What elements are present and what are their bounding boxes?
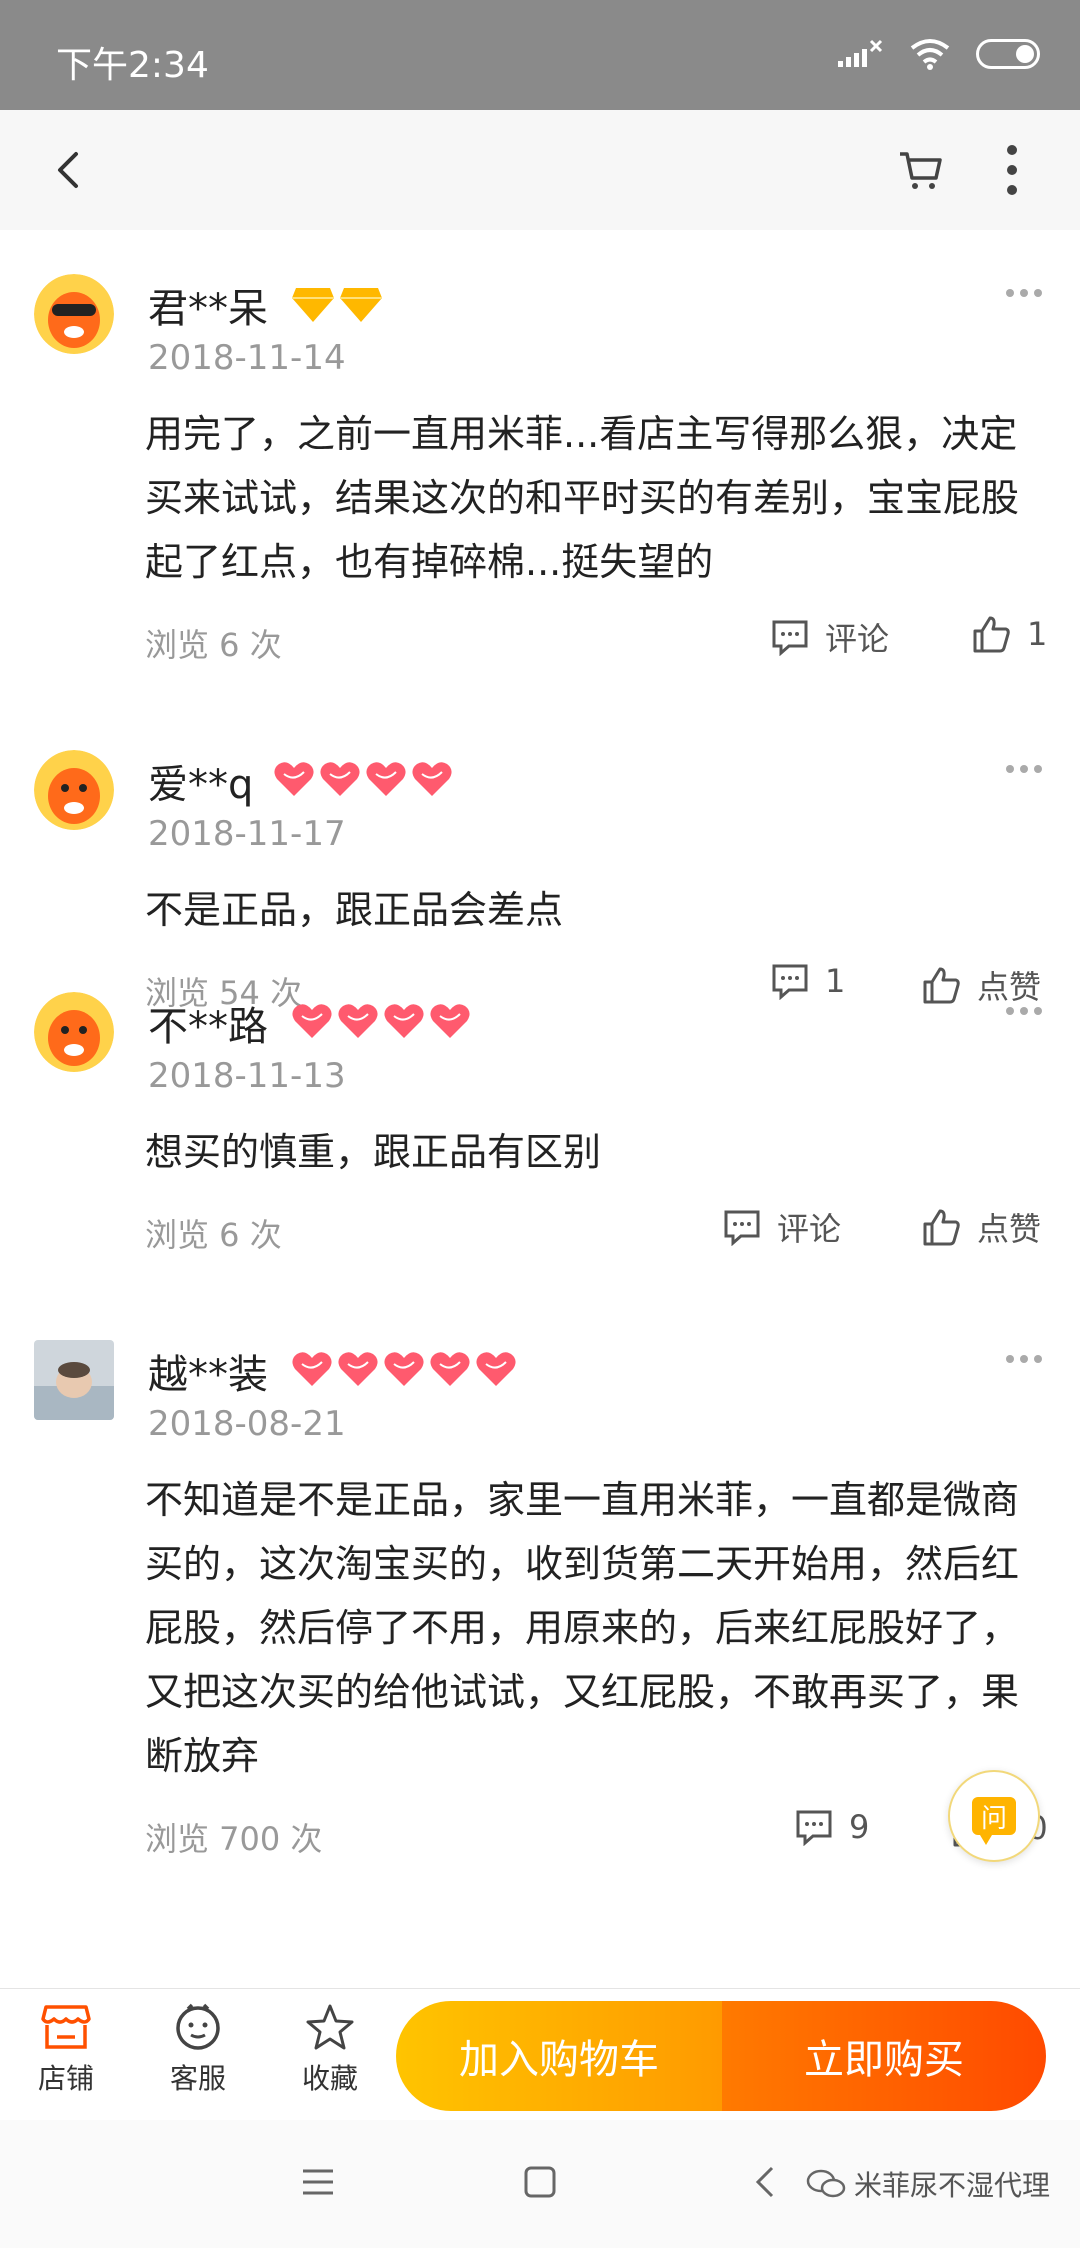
review-meta: 浏览 6 次 评论 1 <box>145 614 1047 664</box>
review-item: 越**装 2018-08-21 不知道是不是正品，家里一直用米菲，一直都是微商买… <box>0 1296 1080 1896</box>
tab-favorite-label: 收藏 <box>301 2062 358 2095</box>
add-to-cart-button[interactable]: 加入购物车 <box>396 2001 722 2111</box>
heart-icon <box>384 1352 424 1386</box>
system-back-icon[interactable] <box>748 2164 784 2200</box>
avatar-photo[interactable] <box>34 1340 114 1420</box>
heart-icon <box>476 1352 516 1386</box>
thumbs-up-icon <box>973 616 1010 653</box>
tab-customer-service[interactable]: 客服 <box>148 2003 248 2097</box>
comment-label: 评论 <box>825 620 890 658</box>
user-level-badges <box>290 1002 472 1042</box>
avatar-mascot[interactable] <box>34 992 114 1072</box>
like-count: 1 <box>1027 615 1048 653</box>
top-nav-bar <box>0 110 1080 230</box>
heart-icon <box>338 1352 378 1386</box>
review-username: 君**呆 <box>148 286 268 332</box>
review-meta: 浏览 6 次 评论 点赞 <box>145 1204 1045 1254</box>
heart-icon <box>292 1352 332 1386</box>
heart-icon <box>430 1352 470 1386</box>
more-horizontal-icon[interactable] <box>1004 1352 1044 1366</box>
comment-count: 9 <box>849 1808 870 1846</box>
review-date: 2018-11-14 <box>148 338 346 378</box>
tab-store-label: 店铺 <box>37 2062 94 2095</box>
comment-icon <box>724 1210 760 1246</box>
heart-icon <box>274 762 314 796</box>
comment-button[interactable]: 评论 <box>723 1204 841 1250</box>
review-date: 2018-11-17 <box>148 814 346 854</box>
system-icons <box>838 38 1040 70</box>
system-nav-bar: 米菲尿不湿代理 <box>0 2120 1080 2248</box>
ask-label: 问 <box>980 1803 1007 1834</box>
review-username: 越**装 <box>148 1352 268 1398</box>
view-count: 浏览 6 次 <box>145 1216 282 1254</box>
status-time: 下午2:34 <box>56 45 209 86</box>
avatar-mascot[interactable] <box>34 750 114 830</box>
heart-icon <box>412 762 452 796</box>
review-item: 爱**q 2018-11-17 不是正品，跟正品会差点 浏览 54 次 1 点赞 <box>0 706 1080 1012</box>
signal-icon <box>838 39 883 67</box>
thumbs-up-icon <box>923 1209 960 1246</box>
more-horizontal-icon[interactable] <box>1004 286 1044 300</box>
diamond-icon <box>292 288 334 322</box>
more-horizontal-icon[interactable] <box>1004 1004 1044 1018</box>
watermark: 米菲尿不湿代理 <box>806 2164 1050 2204</box>
view-count: 浏览 6 次 <box>145 626 282 664</box>
review-meta: 浏览 700 次 9 10 <box>145 1808 1048 1858</box>
heart-icon <box>366 762 406 796</box>
like-label: 点赞 <box>977 1210 1042 1248</box>
user-level-badges <box>290 284 384 324</box>
review-date: 2018-08-21 <box>148 1404 346 1444</box>
like-button[interactable]: 点赞 <box>921 1204 1041 1250</box>
review-content: 不是正品，跟正品会差点 <box>145 888 564 932</box>
tab-store[interactable]: 店铺 <box>16 2003 116 2097</box>
review-content: 想买的慎重，跟正品有区别 <box>145 1130 602 1174</box>
review-date: 2018-11-13 <box>148 1056 346 1096</box>
comment-icon <box>772 620 808 656</box>
review-content: 不知道是不是正品，家里一直用米菲，一直都是微商买的，这次淘宝买的，收到货第二天开… <box>145 1478 1020 1778</box>
view-count: 浏览 700 次 <box>145 1820 323 1858</box>
menu-icon[interactable] <box>300 2164 336 2200</box>
more-horizontal-icon[interactable] <box>1004 762 1044 776</box>
heart-icon <box>430 1004 470 1038</box>
comment-icon <box>796 1810 832 1846</box>
store-icon <box>41 2005 91 2049</box>
bottom-action-bar: 店铺 客服 收藏 加入购物车 立即购买 <box>0 1988 1080 2120</box>
user-level-badges <box>290 1350 518 1390</box>
heart-icon <box>338 1004 378 1038</box>
tab-customer-service-label: 客服 <box>169 2062 226 2095</box>
review-username: 爱**q <box>148 762 254 808</box>
wifi-icon <box>910 39 950 70</box>
heart-icon <box>320 762 360 796</box>
tab-favorite[interactable]: 收藏 <box>280 2003 380 2097</box>
user-level-badges <box>272 760 454 800</box>
avatar-mascot-sunglasses[interactable] <box>34 274 114 354</box>
star-icon <box>306 2004 354 2050</box>
status-bar: 下午2:34 <box>0 0 1080 110</box>
comment-button[interactable]: 评论 <box>771 614 889 660</box>
comment-label: 评论 <box>777 1210 842 1248</box>
more-vertical-icon[interactable] <box>992 144 1032 196</box>
watermark-text: 米菲尿不湿代理 <box>854 2169 1051 2202</box>
home-square-icon[interactable] <box>522 2164 558 2200</box>
review-item: 君**呆 2018-11-14 用完了，之前一直用米菲...看店主写得那么狠，决… <box>0 230 1080 706</box>
customer-service-icon <box>176 2003 220 2050</box>
review-item: 不**路 2018-11-13 想买的慎重，跟正品有区别 浏览 6 次 评论 点… <box>0 948 1080 1296</box>
heart-icon <box>384 1004 424 1038</box>
heart-icon <box>292 1004 332 1038</box>
ask-icon: 问 <box>972 1797 1016 1845</box>
review-username: 不**路 <box>148 1004 268 1050</box>
wechat-icon <box>806 2169 846 2198</box>
back-arrow-icon[interactable] <box>46 146 94 194</box>
like-button[interactable]: 1 <box>971 614 1047 654</box>
ask-question-button[interactable]: 问 <box>948 1770 1040 1862</box>
cart-icon[interactable] <box>896 146 944 194</box>
review-list: 君**呆 2018-11-14 用完了，之前一直用米菲...看店主写得那么狠，决… <box>0 230 1080 1896</box>
battery-icon <box>976 39 1040 69</box>
review-content: 用完了，之前一直用米菲...看店主写得那么狠，决定买来试试，结果这次的和平时买的… <box>145 412 1020 584</box>
diamond-icon <box>340 288 382 322</box>
comment-button[interactable]: 9 <box>795 1808 869 1846</box>
buy-now-button[interactable]: 立即购买 <box>722 2001 1046 2111</box>
